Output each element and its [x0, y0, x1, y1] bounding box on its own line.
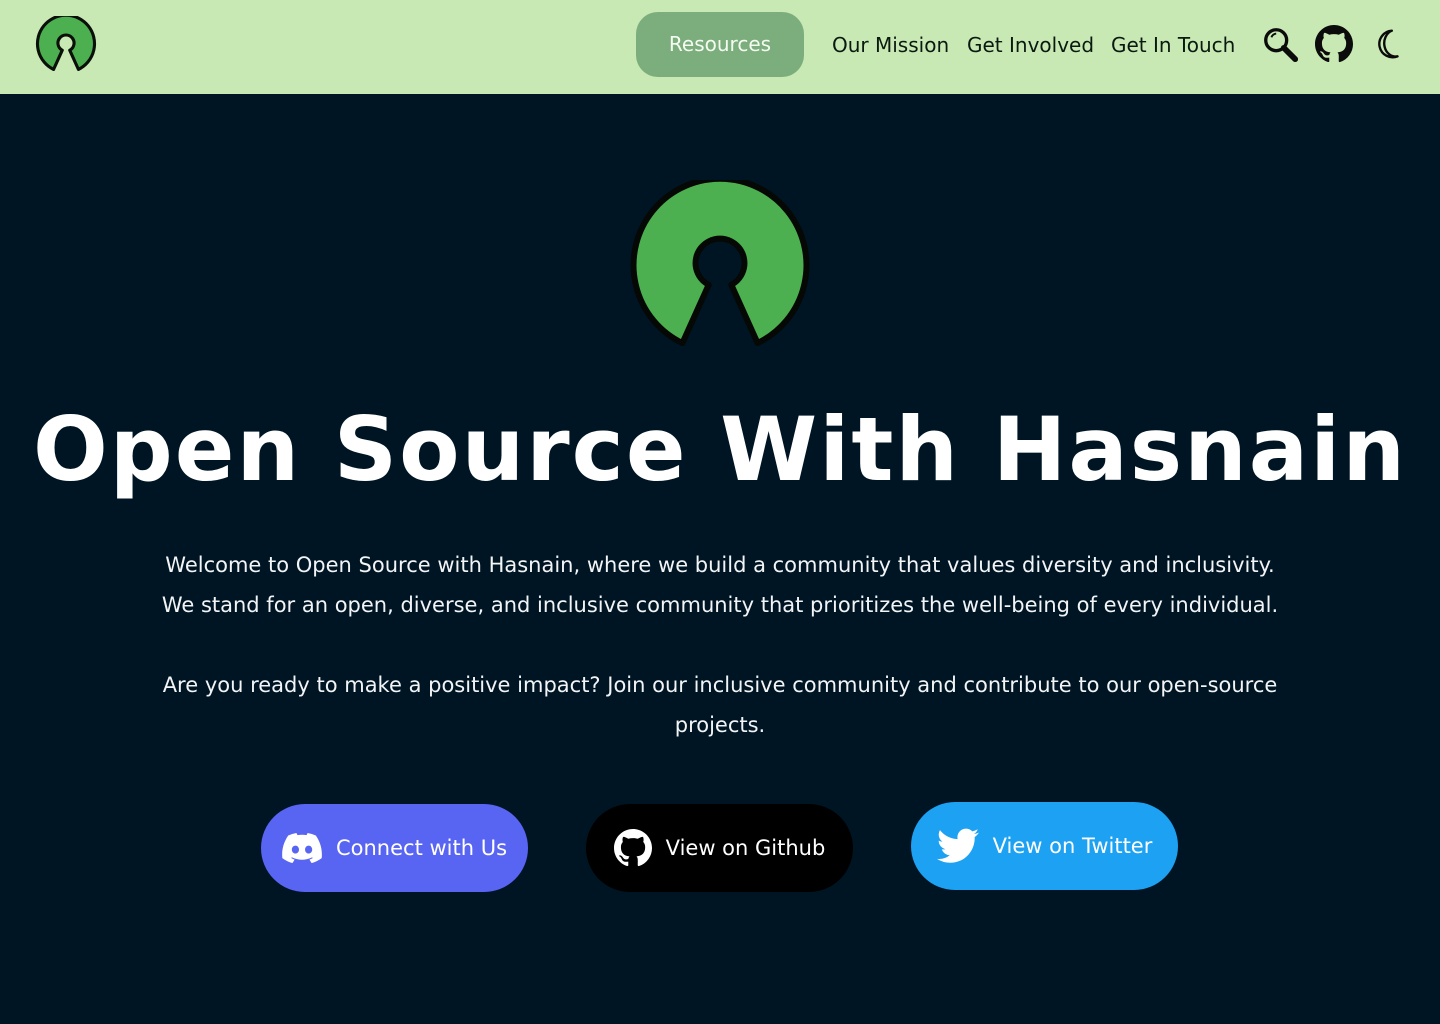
- search-icon[interactable]: [1261, 25, 1299, 63]
- open-source-logo-icon[interactable]: [35, 16, 97, 72]
- hero-paragraph-2: Are you ready to make a positive impact?…: [162, 673, 1278, 737]
- nav-link-our-mission[interactable]: Our Mission: [832, 28, 949, 62]
- top-navbar: Resources Our Mission Get Involved Get I…: [0, 0, 1440, 94]
- connect-with-us-label: Connect with Us: [335, 836, 508, 860]
- view-on-github-button[interactable]: View on Github: [586, 804, 853, 892]
- hero-paragraph-line-2: We stand for an open, diverse, and inclu…: [161, 593, 1279, 617]
- connect-with-us-button[interactable]: Connect with Us: [261, 804, 528, 892]
- discord-icon: [282, 833, 322, 863]
- nav-link-resources[interactable]: Resources: [636, 12, 804, 77]
- moon-icon[interactable]: [1369, 25, 1407, 63]
- open-source-hero-logo-icon: [630, 180, 810, 347]
- hero-paragraph-line-1: Welcome to Open Source with Hasnain, whe…: [165, 553, 1275, 577]
- github-icon[interactable]: [1315, 25, 1353, 63]
- view-on-twitter-label: View on Twitter: [992, 834, 1153, 858]
- twitter-icon: [936, 828, 979, 863]
- nav-link-get-in-touch[interactable]: Get In Touch: [1111, 28, 1235, 62]
- view-on-github-label: View on Github: [665, 836, 826, 860]
- nav-link-get-involved[interactable]: Get Involved: [967, 28, 1094, 62]
- github-icon: [613, 829, 652, 867]
- hero-title: Open Source With Hasnain: [33, 398, 1407, 501]
- view-on-twitter-button[interactable]: View on Twitter: [911, 802, 1178, 890]
